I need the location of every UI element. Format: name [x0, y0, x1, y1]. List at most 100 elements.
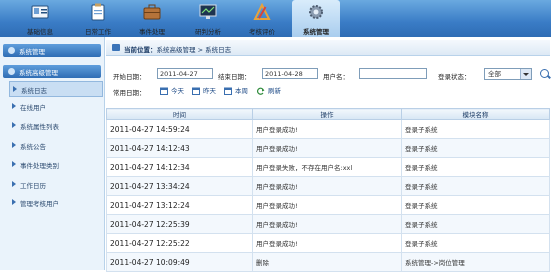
column-header-operation[interactable]: 操作	[252, 108, 402, 120]
cell-operation: 用户登录成功!	[252, 119, 402, 139]
sidebar-item-work-calendar[interactable]: 工作日历	[9, 177, 101, 191]
cell-module: 登录子系统	[401, 214, 550, 234]
cell-module: 登录子系统	[401, 233, 550, 253]
cell-operation: 用户登录成功!	[252, 195, 402, 215]
sidebar-group-label: 系统管理	[19, 48, 45, 56]
sidebar-item-label: 事件处理类别	[20, 162, 59, 170]
sidebar-group-label: 系统高级管理	[19, 69, 58, 77]
arrow-right-icon	[12, 142, 16, 148]
nav-event-handling[interactable]: 事件处理	[130, 0, 174, 37]
nav-assessment[interactable]: 考核评价	[240, 0, 284, 37]
nav-label: 研判分析	[195, 28, 221, 36]
cell-time: 2011-04-27 10:09:49	[106, 252, 253, 272]
column-header-module[interactable]: 模块名称	[401, 108, 550, 120]
cell-operation: 用户登录成功!	[252, 138, 402, 158]
arrow-right-icon	[12, 122, 16, 128]
arrow-right-icon	[12, 161, 16, 167]
sidebar-group-advanced[interactable]: 系统高级管理	[3, 65, 101, 78]
login-status-value: 全部	[488, 70, 501, 78]
cell-module: 登录子系统	[401, 195, 550, 215]
cell-time: 2011-04-27 14:59:24	[106, 119, 253, 139]
end-date-label: 结束日期：	[218, 73, 251, 81]
username-label: 用户名：	[323, 73, 349, 81]
cell-module: 登录子系统	[401, 176, 550, 196]
calendar-icon	[224, 87, 232, 95]
sidebar-item-event-categories[interactable]: 事件处理类别	[9, 157, 101, 171]
cell-time: 2011-04-27 13:34:24	[106, 176, 253, 196]
pencil-ruler-icon	[253, 3, 271, 20]
table-row[interactable]: 2011-04-27 10:09:49 删除 系统管理->岗位管理	[106, 252, 550, 272]
refresh-button[interactable]: 刷新	[257, 85, 281, 95]
calendar-icon	[192, 87, 200, 95]
column-header-time[interactable]: 时间	[106, 108, 253, 120]
sidebar-item-label: 系统日志	[21, 87, 47, 95]
chevron-down-icon	[520, 69, 531, 79]
top-nav: 基础信息 日常工作 事件处理 研判分析 考核评价 系统管理	[0, 0, 551, 37]
arrow-right-icon	[12, 181, 16, 187]
cell-time: 2011-04-27 14:12:43	[106, 138, 253, 158]
cell-operation: 删除	[252, 252, 402, 272]
sidebar-item-label: 工作日历	[20, 182, 46, 190]
nav-label: 事件处理	[139, 28, 165, 36]
nav-label: 日常工作	[85, 28, 111, 36]
cell-operation: 用户登录成功!	[252, 233, 402, 253]
breadcrumb: 当前位置：系统高级管理 > 系统日志	[106, 40, 550, 56]
today-button[interactable]: 今天	[160, 85, 184, 95]
this-week-button[interactable]: 本周	[224, 85, 248, 95]
table-header-row: 时间 操作 模块名称	[106, 108, 550, 120]
search-icon[interactable]	[540, 69, 549, 78]
start-date-input[interactable]: 2011-04-27	[157, 68, 213, 79]
arrow-right-icon	[13, 86, 17, 92]
table-row[interactable]: 2011-04-27 12:25:39 用户登录成功! 登录子系统	[106, 214, 550, 234]
sidebar-item-system-properties[interactable]: 系统属性列表	[9, 118, 101, 132]
table-row[interactable]: 2011-04-27 13:12:24 用户登录成功! 登录子系统	[106, 195, 550, 215]
sidebar-item-label: 系统公告	[20, 143, 46, 151]
cell-module: 登录子系统	[401, 157, 550, 177]
common-dates-label: 常用日期：	[113, 89, 146, 97]
collapse-icon	[8, 47, 15, 54]
home-icon	[112, 44, 120, 51]
sidebar-item-online-users[interactable]: 在线用户	[9, 99, 101, 113]
info-card-icon	[31, 5, 49, 19]
sidebar-group-system-management[interactable]: 系统管理	[3, 44, 101, 57]
briefcase-icon	[143, 4, 161, 20]
breadcrumb-prefix: 当前位置：	[124, 46, 157, 54]
gear-icon	[309, 5, 323, 19]
table-row[interactable]: 2011-04-27 13:34:24 用户登录成功! 登录子系统	[106, 176, 550, 196]
nav-basic-info[interactable]: 基础信息	[18, 0, 62, 37]
cell-operation: 用户登录成功!	[252, 176, 402, 196]
yesterday-button[interactable]: 昨天	[192, 85, 216, 95]
table-row[interactable]: 2011-04-27 14:12:43 用户登录成功! 登录子系统	[106, 138, 550, 158]
sidebar-item-assessment-users[interactable]: 管理考核用户	[9, 195, 101, 209]
breadcrumb-path: 系统高级管理 > 系统日志	[156, 46, 232, 54]
cell-module: 登录子系统	[401, 119, 550, 139]
sidebar-item-label: 在线用户	[20, 104, 46, 112]
nav-analysis[interactable]: 研判分析	[186, 0, 230, 37]
sidebar-item-label: 管理考核用户	[20, 200, 59, 208]
login-status-select[interactable]: 全部	[484, 68, 532, 80]
start-date-label: 开始日期：	[113, 73, 146, 81]
table-row[interactable]: 2011-04-27 14:59:24 用户登录成功! 登录子系统	[106, 119, 550, 139]
cell-module: 登录子系统	[401, 138, 550, 158]
table-row[interactable]: 2011-04-27 12:25:22 用户登录成功! 登录子系统	[106, 233, 550, 253]
cell-time: 2011-04-27 14:12:34	[106, 157, 253, 177]
expand-icon	[8, 68, 15, 75]
arrow-right-icon	[12, 199, 16, 205]
system-log-table: 时间 操作 模块名称 2011-04-27 14:59:24 用户登录成功! 登…	[106, 108, 550, 272]
cell-module: 系统管理->岗位管理	[401, 252, 550, 272]
table-row[interactable]: 2011-04-27 14:12:34 用户登录失败，不存在用户名:xxl 登录…	[106, 157, 550, 177]
login-status-label: 登录状态：	[438, 73, 471, 81]
cell-operation: 用户登录成功!	[252, 214, 402, 234]
nav-daily-work[interactable]: 日常工作	[76, 0, 120, 37]
username-input[interactable]	[359, 68, 427, 79]
nav-label: 考核评价	[249, 28, 275, 36]
end-date-input[interactable]: 2011-04-28	[262, 68, 318, 79]
sidebar-item-announcements[interactable]: 系统公告	[9, 138, 101, 152]
refresh-icon	[257, 87, 265, 95]
clipboard-icon	[91, 3, 105, 21]
cell-operation: 用户登录失败，不存在用户名:xxl	[252, 157, 402, 177]
arrow-right-icon	[12, 103, 16, 109]
sidebar-item-system-log[interactable]: 系统日志	[9, 81, 103, 97]
nav-system-management[interactable]: 系统管理	[292, 0, 340, 37]
calendar-icon	[160, 87, 168, 95]
